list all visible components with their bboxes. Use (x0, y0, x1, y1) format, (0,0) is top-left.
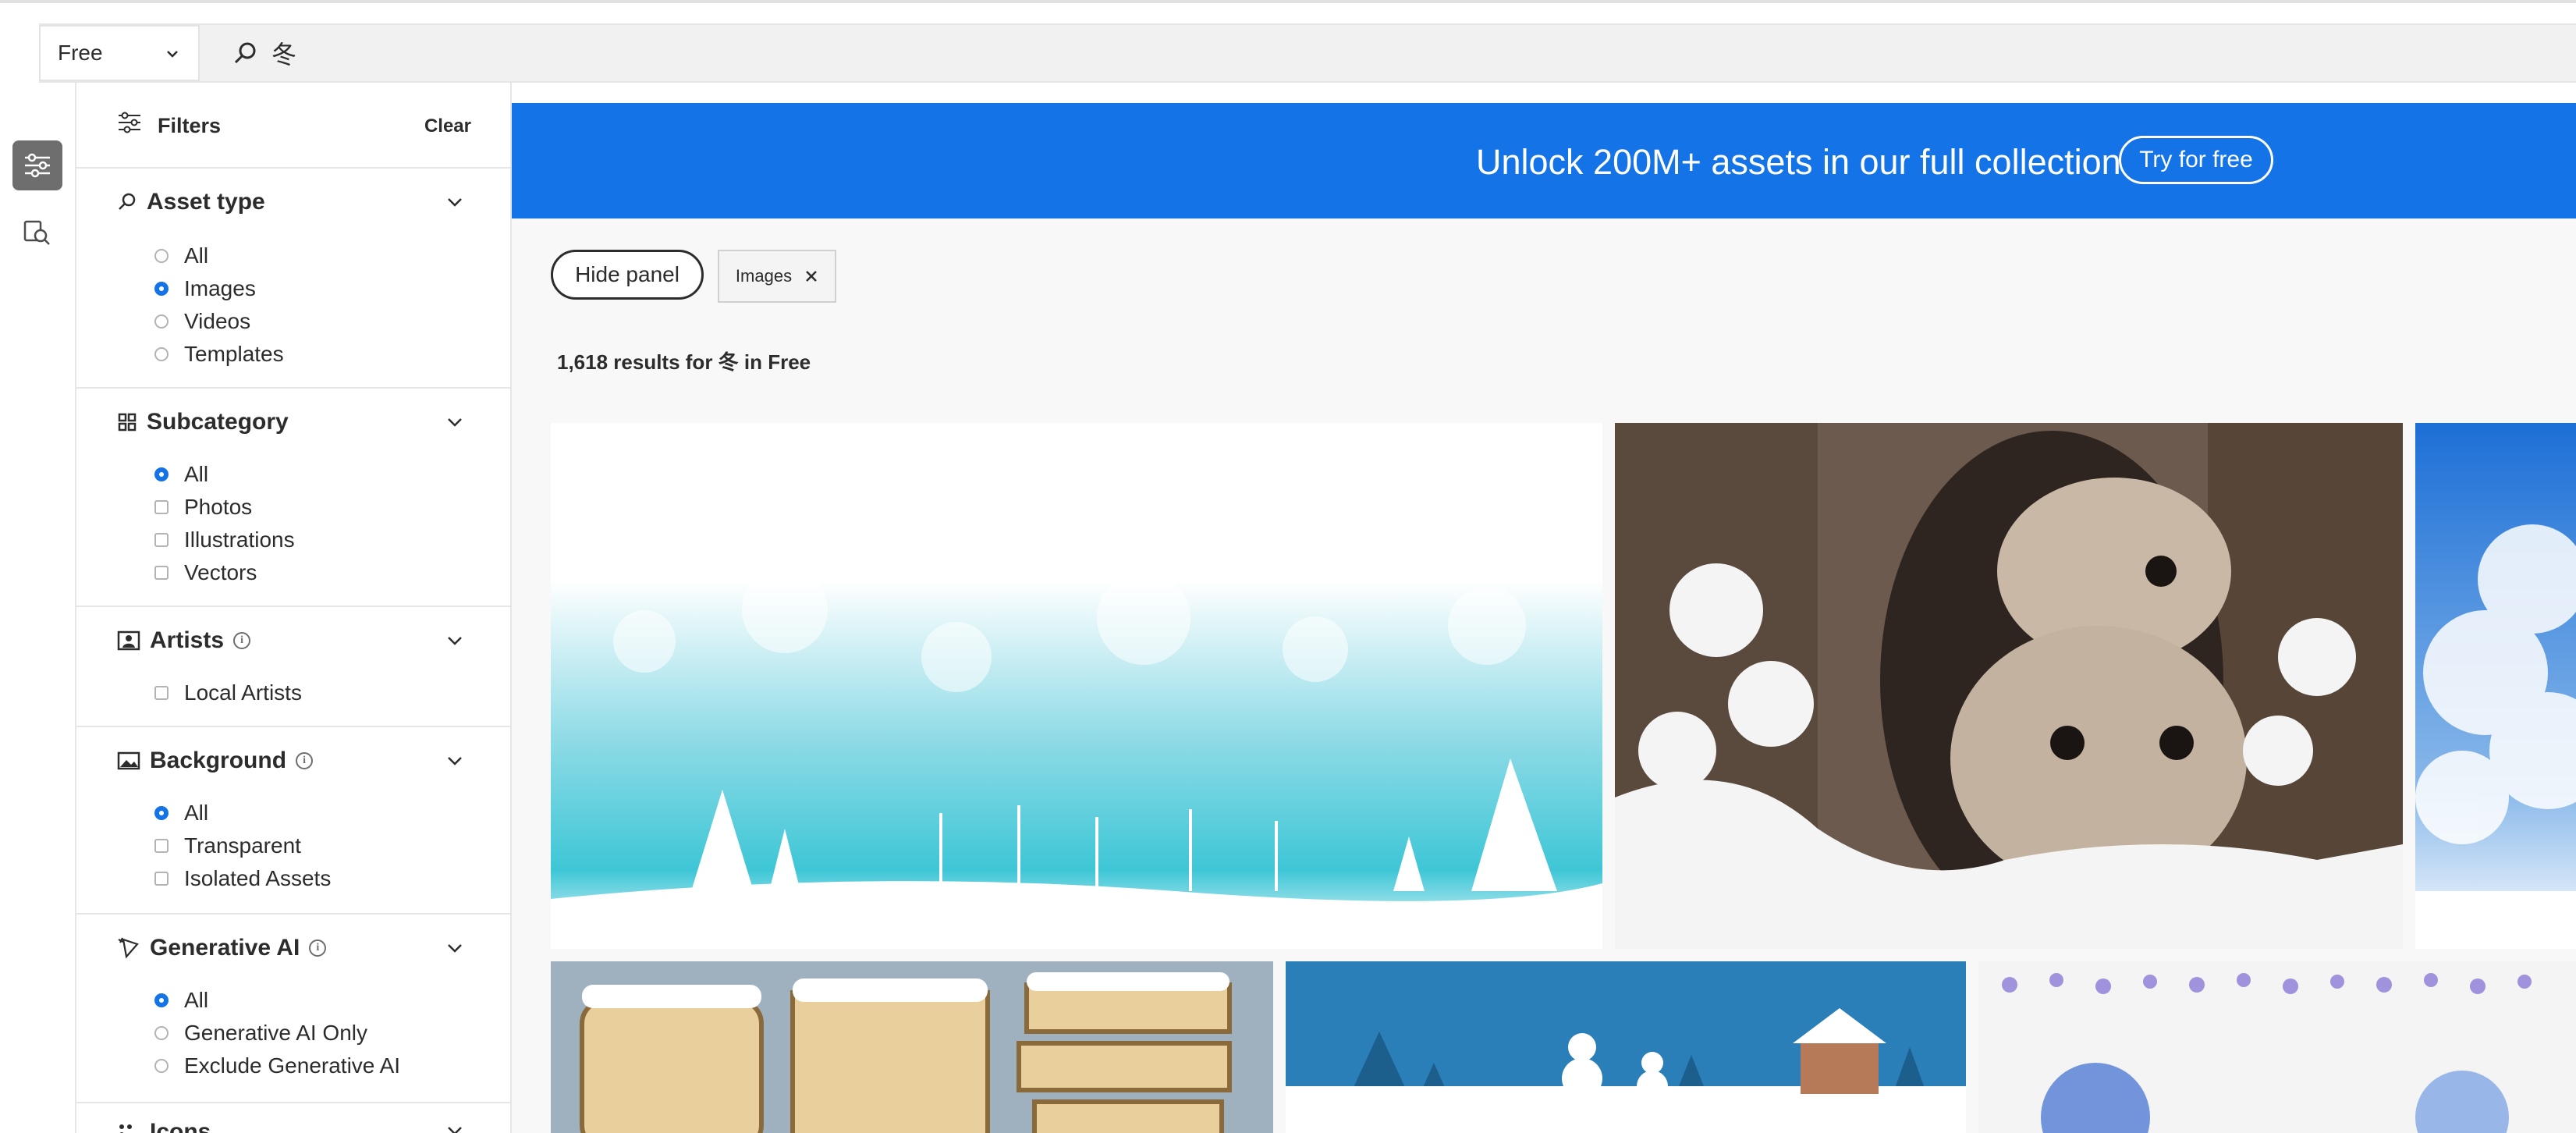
icons-icon (119, 1124, 132, 1133)
artists-title: Artists (150, 627, 225, 653)
info-icon[interactable]: i (296, 752, 314, 769)
visual-search-button[interactable] (12, 208, 62, 258)
generative-ai-header[interactable]: Generative AI i (117, 935, 327, 961)
thumbnail-image (551, 423, 1602, 949)
results-summary: 1,618 results for 冬 in Free (557, 350, 811, 374)
chevron-down-icon[interactable] (446, 414, 463, 431)
result-thumbnail[interactable] (2415, 423, 2576, 949)
artist-icon (117, 630, 140, 651)
result-thumbnail[interactable] (551, 961, 1273, 1133)
result-thumbnail[interactable] (1615, 423, 2403, 949)
background-section: Background i All Transparent Isolated As… (76, 727, 510, 915)
thumbnail-image (1978, 961, 2576, 1133)
chevron-down-icon[interactable] (446, 939, 463, 957)
subcategory-option-all[interactable]: All (154, 462, 208, 487)
background-option-isolated[interactable]: Isolated Assets (154, 866, 331, 891)
search-icon[interactable] (232, 40, 259, 66)
asset-type-title: Asset type (147, 189, 265, 215)
asset-type-option-images[interactable]: Images (154, 276, 256, 301)
filters-icon (119, 112, 140, 133)
icons-title: Icons (150, 1119, 211, 1133)
icons-header[interactable]: Icons (117, 1119, 211, 1133)
thumbnail-image (1615, 423, 2403, 949)
chevron-down-icon[interactable] (446, 632, 463, 649)
thumbnail-image (2415, 423, 2576, 949)
artists-section: Artists i Local Artists (76, 607, 510, 727)
artists-option-local[interactable]: Local Artists (154, 680, 302, 705)
filter-panel-header: Filters Clear (76, 83, 510, 169)
filter-chip-images[interactable]: Images (718, 250, 836, 303)
generative-ai-section: Generative AI i All Generative AI Only E… (76, 915, 510, 1103)
thumbnail-image (1286, 961, 1966, 1133)
background-option-transparent[interactable]: Transparent (154, 833, 301, 858)
filters-title: Filters (158, 114, 222, 137)
search-input[interactable]: 冬 (271, 35, 296, 71)
background-header[interactable]: Background i (117, 748, 314, 774)
subcategory-option-photos[interactable]: Photos (154, 495, 252, 520)
image-icon (117, 751, 140, 770)
chevron-down-icon[interactable] (446, 752, 463, 769)
subcategory-option-vectors[interactable]: Vectors (154, 560, 257, 585)
subcategory-header[interactable]: Subcategory (117, 409, 289, 435)
asset-type-option-templates[interactable]: Templates (154, 342, 284, 367)
thumbnail-image (551, 961, 1273, 1133)
close-icon[interactable] (804, 269, 818, 283)
generative-ai-option-exclude[interactable]: Exclude Generative AI (154, 1053, 400, 1078)
filter-panel: Filters Clear Asset type All Images Vide… (76, 83, 512, 1133)
chevron-down-icon[interactable] (446, 1122, 463, 1133)
background-title: Background (150, 748, 287, 773)
search-icon (119, 193, 136, 210)
promo-banner: Unlock 200M+ assets in our full collecti… (512, 103, 2576, 218)
generative-ai-option-all[interactable]: All (154, 988, 208, 1013)
scope-label: Free (58, 41, 103, 65)
top-border (0, 0, 2576, 3)
filters-toggle-button[interactable] (12, 140, 62, 190)
asset-type-header[interactable]: Asset type (117, 189, 265, 215)
filter-chip-label: Images (735, 266, 793, 286)
generative-ai-title: Generative AI (150, 935, 300, 961)
background-option-all[interactable]: All (154, 801, 208, 826)
result-thumbnail[interactable] (551, 423, 1602, 949)
subcategory-section: Subcategory All Photos Illustrations Vec… (76, 389, 510, 607)
info-icon[interactable]: i (309, 939, 327, 957)
banner-text: Unlock 200M+ assets in our full collecti… (1476, 142, 2121, 182)
icons-section: Icons (76, 1103, 510, 1133)
asset-type-option-videos[interactable]: Videos (154, 309, 250, 334)
grid-icon (118, 413, 137, 432)
chevron-down-icon[interactable] (446, 194, 463, 211)
result-thumbnail[interactable] (1978, 961, 2576, 1133)
artists-header[interactable]: Artists i (117, 627, 251, 654)
clear-filters-button[interactable]: Clear (424, 115, 471, 137)
info-icon[interactable]: i (233, 632, 251, 649)
results-area: Unlock 200M+ assets in our full collecti… (512, 103, 2576, 1133)
try-for-free-button[interactable]: Try for free (2119, 136, 2273, 184)
subcategory-title: Subcategory (147, 409, 289, 435)
image-search-icon (23, 220, 50, 245)
generative-ai-icon (118, 937, 139, 959)
subcategory-option-illustrations[interactable]: Illustrations (154, 527, 295, 552)
scope-dropdown[interactable]: Free (39, 25, 200, 81)
asset-type-section: Asset type All Images Videos Templates (76, 169, 510, 389)
sliders-icon (25, 153, 50, 178)
generative-ai-option-only[interactable]: Generative AI Only (154, 1021, 367, 1046)
search-bar: Free 冬 (39, 23, 2576, 83)
hide-panel-button[interactable]: Hide panel (551, 250, 704, 300)
result-thumbnail[interactable] (1286, 961, 1966, 1133)
asset-type-option-all[interactable]: All (154, 243, 208, 268)
chevron-down-icon (167, 51, 178, 58)
left-rail (0, 83, 76, 1133)
